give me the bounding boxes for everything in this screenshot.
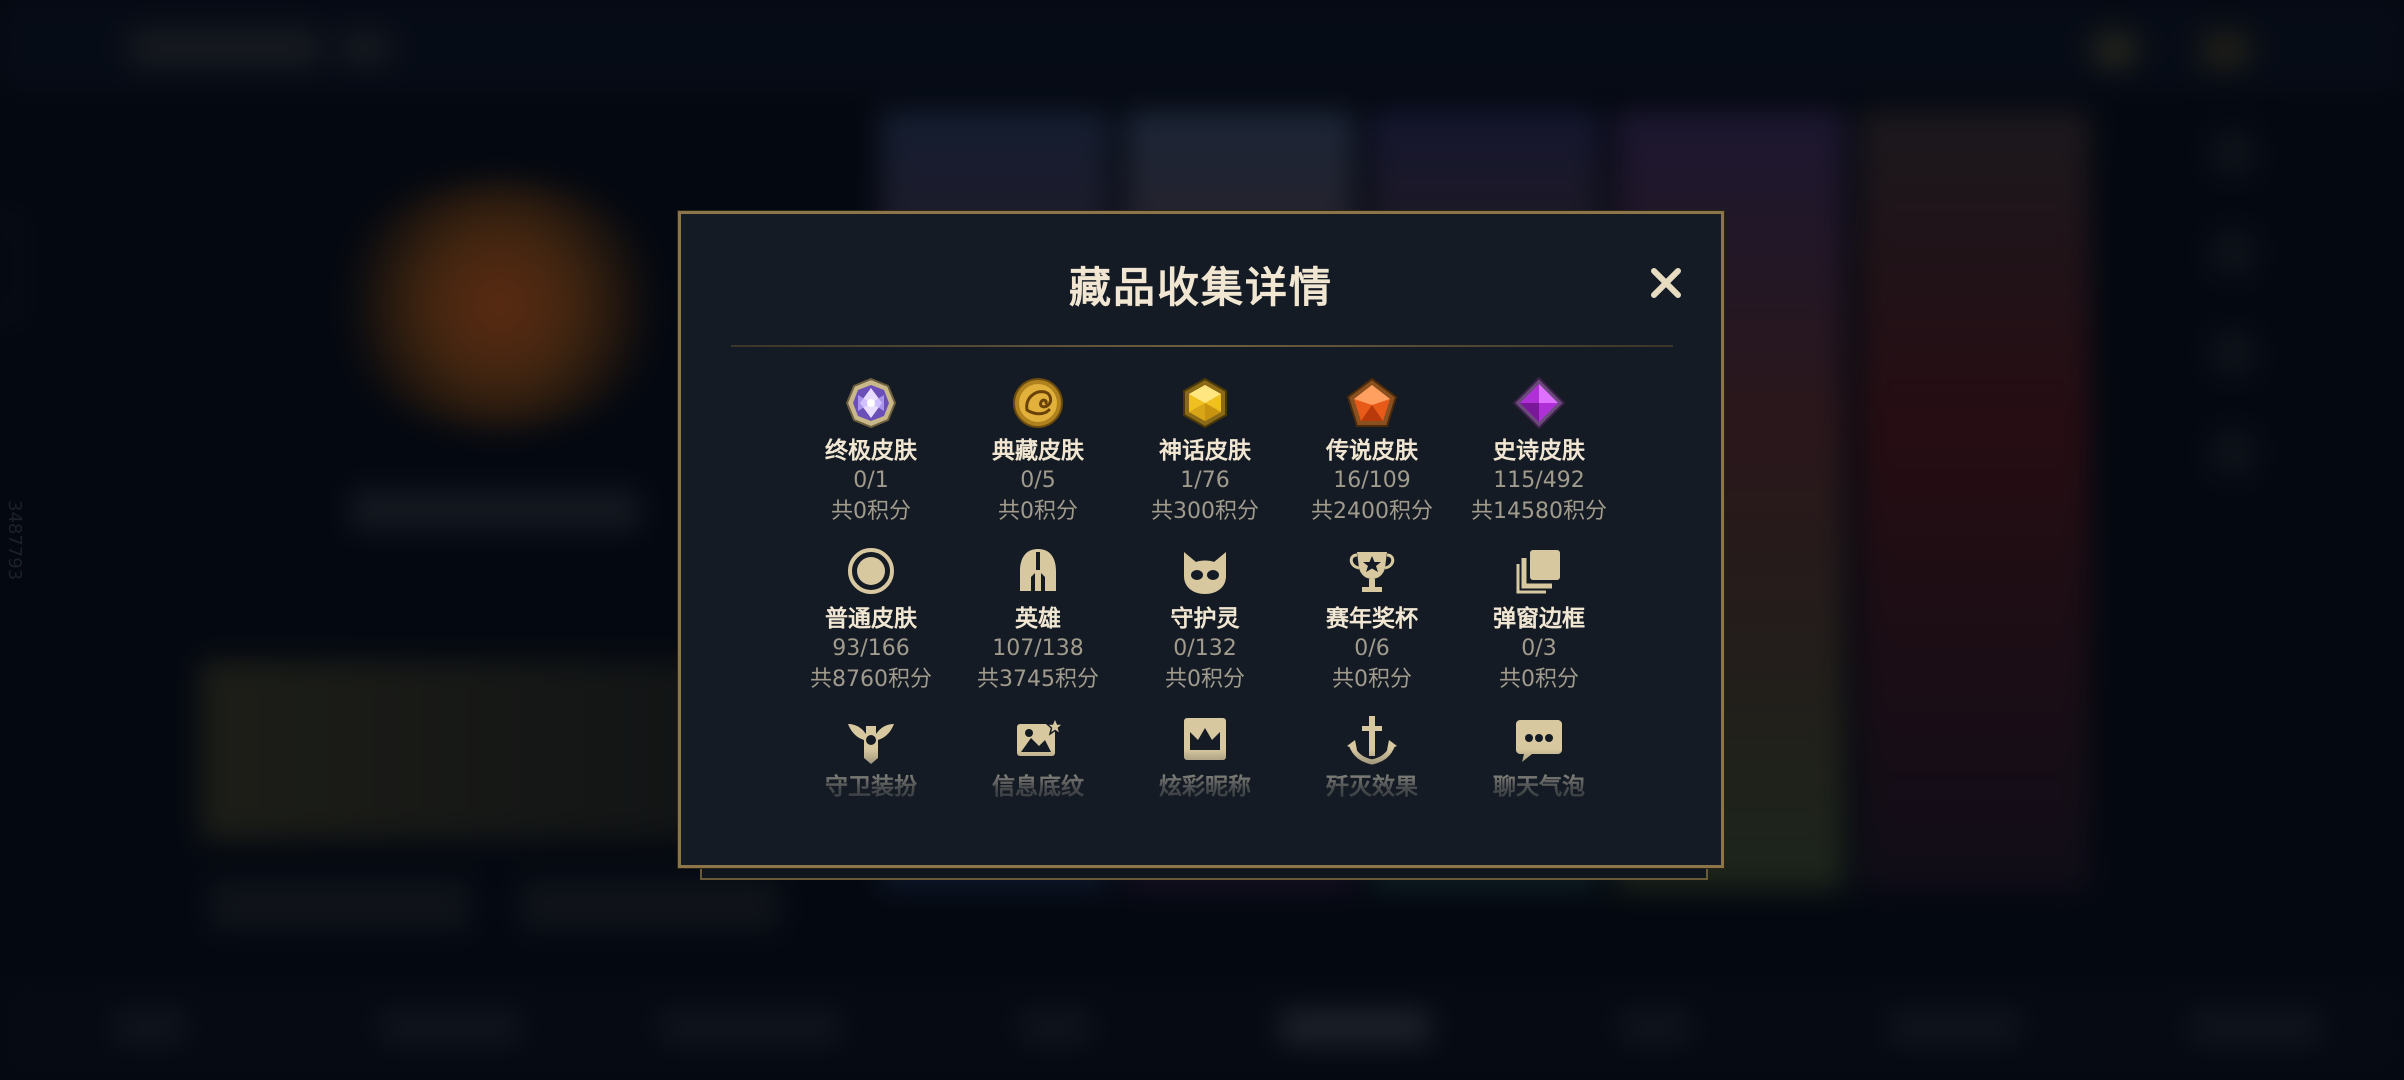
item-name: 英雄 [1015,606,1061,632]
collection-item-frames[interactable]: 弹窗边框 0/3 共0积分 [1459,544,1619,695]
collection-item-name-color[interactable]: 炫彩昵称 [1125,712,1285,802]
item-name: 炫彩昵称 [1159,774,1251,800]
collection-item-banner[interactable]: 信息底纹 [958,712,1118,802]
collection-item-ward-skin[interactable]: 守卫装扮 [791,712,951,802]
legendary-gem-icon [1346,377,1398,427]
collection-item-epic[interactable]: 史诗皮肤 115/492 共14580积分 [1459,376,1619,527]
item-name: 弹窗边框 [1493,606,1585,632]
frames-icon [1516,550,1560,594]
modal-shadow-tab [700,866,1708,880]
item-count: 0/6 [1354,636,1390,661]
collection-item-standard-skin[interactable]: 普通皮肤 93/166 共8760积分 [791,544,951,695]
item-points: 共0积分 [1499,667,1579,692]
collection-item-legendary[interactable]: 传说皮肤 16/109 共2400积分 [1292,376,1452,527]
item-name: 终极皮肤 [825,438,917,464]
item-name: 信息底纹 [992,774,1084,800]
item-points: 共0积分 [831,499,911,524]
epic-gem-icon [1512,376,1566,430]
mythic-gem-icon [1183,377,1227,429]
item-name: 神话皮肤 [1159,438,1251,464]
item-points: 共3745积分 [977,667,1099,692]
helmet-icon [1020,549,1056,591]
item-name: 传说皮肤 [1326,438,1418,464]
item-points: 共8760积分 [810,667,932,692]
banner-icon [1017,716,1065,756]
collection-item-prestige[interactable]: 典藏皮肤 0/5 共0积分 [958,376,1118,527]
item-name: 史诗皮肤 [1493,438,1585,464]
item-points: 共0积分 [998,499,1078,524]
item-name: 守卫装扮 [825,774,917,800]
item-count: 16/109 [1333,468,1411,493]
collection-item-mythic[interactable]: 神话皮肤 1/76 共300积分 [1125,376,1285,527]
item-name: 歼灭效果 [1326,774,1418,800]
collection-item-elimination-effect[interactable]: 歼灭效果 [1292,712,1452,802]
collection-details-dialog: 藏品收集详情 终极皮肤 0/1 共0积分 典藏皮肤 0/5 共0积分 神话皮肤 … [678,211,1724,868]
collection-item-trophy[interactable]: 赛年奖杯 0/6 共0积分 [1292,544,1452,695]
companion-icon [1184,552,1226,594]
item-points: 共0积分 [1332,667,1412,692]
collection-item-chat-bubble[interactable]: 聊天气泡 [1459,712,1619,802]
dragon-coin-icon [1013,378,1063,428]
item-name: 普通皮肤 [825,606,917,632]
trophy-icon [1349,552,1395,592]
item-count: 93/166 [832,636,910,661]
item-count: 0/5 [1020,468,1056,493]
item-points: 共2400积分 [1311,499,1433,524]
crown-icon [1184,718,1226,760]
item-count: 0/132 [1173,636,1237,661]
item-points: 共0积分 [1165,667,1245,692]
item-count: 0/1 [853,468,889,493]
item-count: 115/492 [1493,468,1585,493]
ultimate-gem-icon [845,377,897,429]
collection-item-ultimate[interactable]: 终极皮肤 0/1 共0积分 [791,376,951,527]
collection-grid: 终极皮肤 0/1 共0积分 典藏皮肤 0/5 共0积分 神话皮肤 1/76 共3… [681,214,1721,865]
item-name: 赛年奖杯 [1326,606,1418,632]
item-name: 守护灵 [1170,606,1240,632]
item-name: 聊天气泡 [1493,774,1585,800]
item-points: 共300积分 [1151,499,1259,524]
ward-icon [848,724,894,764]
collection-item-champions[interactable]: 英雄 107/138 共3745积分 [958,544,1118,695]
item-count: 0/3 [1521,636,1557,661]
item-count: 1/76 [1180,468,1230,493]
ring-icon [848,548,894,594]
item-name: 典藏皮肤 [992,438,1084,464]
anchor-icon [1347,716,1397,765]
chat-bubble-icon [1516,720,1562,762]
collection-item-companion[interactable]: 守护灵 0/132 共0积分 [1125,544,1285,695]
item-points: 共14580积分 [1471,499,1607,524]
item-count: 107/138 [992,636,1084,661]
